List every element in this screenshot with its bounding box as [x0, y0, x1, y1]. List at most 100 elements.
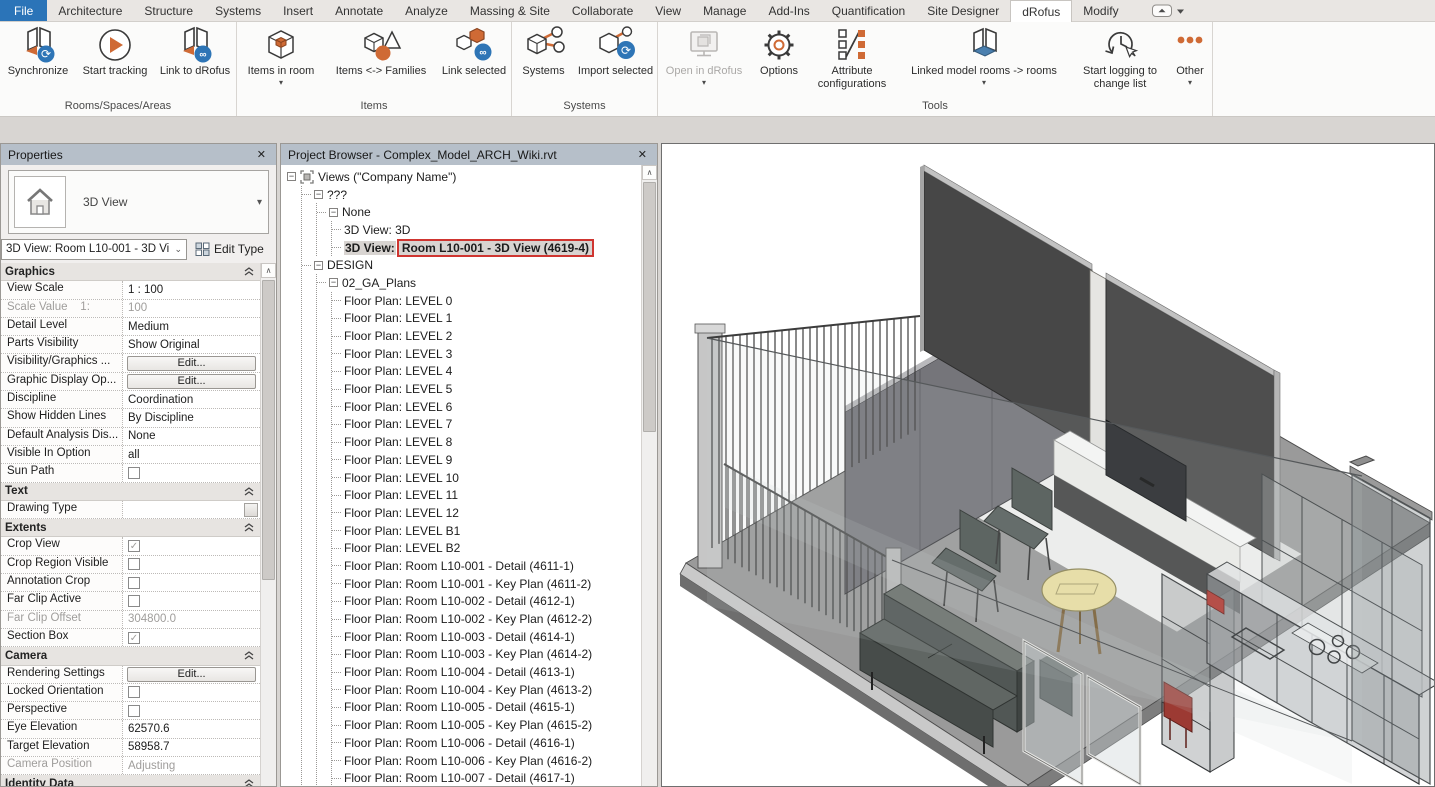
property-value[interactable]: 100: [125, 302, 147, 314]
properties-scrollbar[interactable]: ∧: [260, 263, 276, 786]
drawing-area-3d-viewport[interactable]: [661, 143, 1435, 787]
tree-item-3d-view-3d[interactable]: 3D View: 3D: [332, 221, 641, 239]
ribbon-button-import-selected[interactable]: ⟳Import selected: [575, 23, 657, 78]
checkbox-locked-orientation[interactable]: [128, 686, 140, 698]
tree-item-floor-plan-room-l10-005-key-plan-4615-2[interactable]: Floor Plan: Room L10-005 - Key Plan (461…: [332, 716, 641, 734]
ribbon-tab-annotate[interactable]: Annotate: [324, 0, 394, 21]
tree-collapse-icon[interactable]: −: [287, 172, 296, 181]
tree-item-floor-plan-level-11[interactable]: Floor Plan: LEVEL 11: [332, 486, 641, 504]
ribbon-button-start-logging-to-change-list[interactable]: Start logging to change list: [1072, 23, 1168, 90]
tree-item-floor-plan-room-l10-006-detail-4616-1[interactable]: Floor Plan: Room L10-006 - Detail (4616-…: [332, 734, 641, 752]
project-browser-title-bar[interactable]: Project Browser - Complex_Model_ARCH_Wik…: [281, 144, 657, 165]
ribbon-tab-manage[interactable]: Manage: [692, 0, 757, 21]
property-value[interactable]: 304800.0: [125, 613, 176, 625]
edit-type-button[interactable]: Edit Type: [195, 242, 264, 256]
tree-item-floor-plan-room-l10-001-detail-4611-1[interactable]: Floor Plan: Room L10-001 - Detail (4611-…: [332, 557, 641, 575]
tree-item-floor-plan-room-l10-004-key-plan-4613-2[interactable]: Floor Plan: Room L10-004 - Key Plan (461…: [332, 681, 641, 699]
ribbon-collapse-button[interactable]: [1152, 0, 1186, 21]
tree-item-floor-plan-level-12[interactable]: Floor Plan: LEVEL 12: [332, 504, 641, 522]
scroll-up-icon[interactable]: ∧: [261, 263, 276, 278]
ribbon-button-items-in-room[interactable]: Items in room▾: [237, 23, 325, 87]
ribbon-button-link-selected[interactable]: ∞Link selected: [437, 23, 511, 78]
tree-item-3d-view-room-l10-001-3d-view-4619-4[interactable]: 3D View: Room L10-001 - 3D View (4619-4): [332, 239, 641, 257]
tree-item-floor-plan-level-5[interactable]: Floor Plan: LEVEL 5: [332, 380, 641, 398]
project-browser-scrollbar[interactable]: ∧: [641, 165, 657, 786]
ribbon-button-attribute-configurations[interactable]: Attribute configurations: [808, 23, 896, 90]
collapse-section-icon[interactable]: [244, 523, 256, 532]
tree-item-floor-plan-level-9[interactable]: Floor Plan: LEVEL 9: [332, 451, 641, 469]
browse-button[interactable]: [244, 503, 258, 517]
tree-item-floor-plan-level-4[interactable]: Floor Plan: LEVEL 4: [332, 363, 641, 381]
tree-item-floor-plan-level-0[interactable]: Floor Plan: LEVEL 0: [332, 292, 641, 310]
tree-item-floor-plan-room-l10-003-detail-4614-1[interactable]: Floor Plan: Room L10-003 - Detail (4614-…: [332, 628, 641, 646]
tree-collapse-icon[interactable]: −: [314, 261, 323, 270]
property-value[interactable]: 1 : 100: [125, 284, 163, 296]
checkbox-crop-view[interactable]: ✓: [128, 540, 140, 552]
project-browser-scrollbar-thumb[interactable]: [643, 182, 656, 432]
tree-item-floor-plan-room-l10-006-key-plan-4616-2[interactable]: Floor Plan: Room L10-006 - Key Plan (461…: [332, 752, 641, 770]
ribbon-tab-modify[interactable]: Modify: [1072, 0, 1129, 21]
collapse-section-icon[interactable]: [244, 267, 256, 276]
ribbon-button-items-families[interactable]: Items <-> Families: [325, 23, 437, 78]
property-value[interactable]: Coordination: [125, 394, 193, 406]
tree-item-floor-plan-level-1[interactable]: Floor Plan: LEVEL 1: [332, 310, 641, 328]
ribbon-tab-systems[interactable]: Systems: [204, 0, 272, 21]
ribbon-button-options[interactable]: Options: [750, 23, 808, 78]
checkbox-section-box[interactable]: ✓: [128, 632, 140, 644]
ribbon-button-synchronize[interactable]: ⟳Synchronize: [0, 23, 76, 78]
project-browser-close-icon[interactable]: ✕: [635, 148, 650, 161]
ribbon-tab-file[interactable]: File: [0, 0, 47, 21]
ribbon-button-linked-model-rooms-rooms[interactable]: Linked model rooms -> rooms▾: [896, 23, 1072, 87]
ribbon-button-other[interactable]: Other▾: [1168, 23, 1212, 87]
ribbon-tab-analyze[interactable]: Analyze: [394, 0, 459, 21]
tree-item-floor-plan-level-8[interactable]: Floor Plan: LEVEL 8: [332, 433, 641, 451]
ribbon-tab-quantification[interactable]: Quantification: [821, 0, 916, 21]
tree-collapse-icon[interactable]: −: [314, 190, 323, 199]
properties-scrollbar-thumb[interactable]: [262, 280, 275, 580]
tree-item-floor-plan-level-3[interactable]: Floor Plan: LEVEL 3: [332, 345, 641, 363]
tree-item-floor-plan-level-b2[interactable]: Floor Plan: LEVEL B2: [332, 539, 641, 557]
tree-item-floor-plan-level-b1[interactable]: Floor Plan: LEVEL B1: [332, 522, 641, 540]
tree-item-floor-plan-room-l10-005-detail-4615-1[interactable]: Floor Plan: Room L10-005 - Detail (4615-…: [332, 699, 641, 717]
instance-selector-dropdown[interactable]: 3D View: Room L10-001 - 3D Vi ⌄: [1, 239, 187, 260]
property-section-header-camera[interactable]: Camera: [1, 647, 260, 665]
tree-item-floor-plan-level-10[interactable]: Floor Plan: LEVEL 10: [332, 469, 641, 487]
tree-collapse-icon[interactable]: −: [329, 208, 338, 217]
ribbon-button-start-tracking[interactable]: Start tracking: [76, 23, 154, 78]
edit-button[interactable]: Edit...: [127, 374, 256, 389]
tree-item-none[interactable]: −None: [317, 203, 641, 221]
ribbon-tab-add-ins[interactable]: Add-Ins: [757, 0, 820, 21]
property-value[interactable]: 58958.7: [125, 741, 170, 753]
property-value[interactable]: Show Original: [125, 339, 200, 351]
checkbox-annotation-crop[interactable]: [128, 577, 140, 589]
tree-item-floor-plan-level-2[interactable]: Floor Plan: LEVEL 2: [332, 327, 641, 345]
ribbon-tab-view[interactable]: View: [644, 0, 692, 21]
edit-button[interactable]: Edit...: [127, 667, 256, 682]
tree-item-floor-plan-level-7[interactable]: Floor Plan: LEVEL 7: [332, 416, 641, 434]
tree-item-floor-plan-room-l10-001-key-plan-4611-2[interactable]: Floor Plan: Room L10-001 - Key Plan (461…: [332, 575, 641, 593]
type-selector[interactable]: 3D View ▾: [8, 170, 269, 234]
ribbon-tab-drofus[interactable]: dRofus: [1010, 0, 1072, 22]
tree-item-floor-plan-room-l10-003-key-plan-4614-2[interactable]: Floor Plan: Room L10-003 - Key Plan (461…: [332, 646, 641, 664]
property-value[interactable]: Medium: [125, 321, 169, 333]
tree-item-floor-plan-room-l10-002-key-plan-4612-2[interactable]: Floor Plan: Room L10-002 - Key Plan (461…: [332, 610, 641, 628]
ribbon-button-link-to-drofus[interactable]: ∞Link to dRofus: [154, 23, 236, 78]
tree-item-views-company-name[interactable]: −Views ("Company Name"): [287, 168, 641, 186]
ribbon-tab-architecture[interactable]: Architecture: [47, 0, 133, 21]
property-value[interactable]: 62570.6: [125, 723, 170, 735]
ribbon-tab-insert[interactable]: Insert: [272, 0, 324, 21]
ribbon-tab-structure[interactable]: Structure: [133, 0, 204, 21]
collapse-section-icon[interactable]: [244, 779, 256, 786]
property-section-header-graphics[interactable]: Graphics: [1, 263, 260, 281]
tree-item-design[interactable]: −DESIGN: [302, 256, 641, 274]
tree-item-floor-plan-room-l10-007-detail-4617-1[interactable]: Floor Plan: Room L10-007 - Detail (4617-…: [332, 769, 641, 786]
property-value[interactable]: None: [125, 430, 156, 442]
tree-item-[interactable]: −???: [302, 186, 641, 204]
checkbox-perspective[interactable]: [128, 705, 140, 717]
scroll-up-icon[interactable]: ∧: [642, 165, 657, 180]
property-section-header-identity-data[interactable]: Identity Data: [1, 775, 260, 786]
collapse-section-icon[interactable]: [244, 487, 256, 496]
tree-item-floor-plan-level-6[interactable]: Floor Plan: LEVEL 6: [332, 398, 641, 416]
property-value[interactable]: all: [125, 449, 140, 461]
property-section-header-text[interactable]: Text: [1, 483, 260, 501]
